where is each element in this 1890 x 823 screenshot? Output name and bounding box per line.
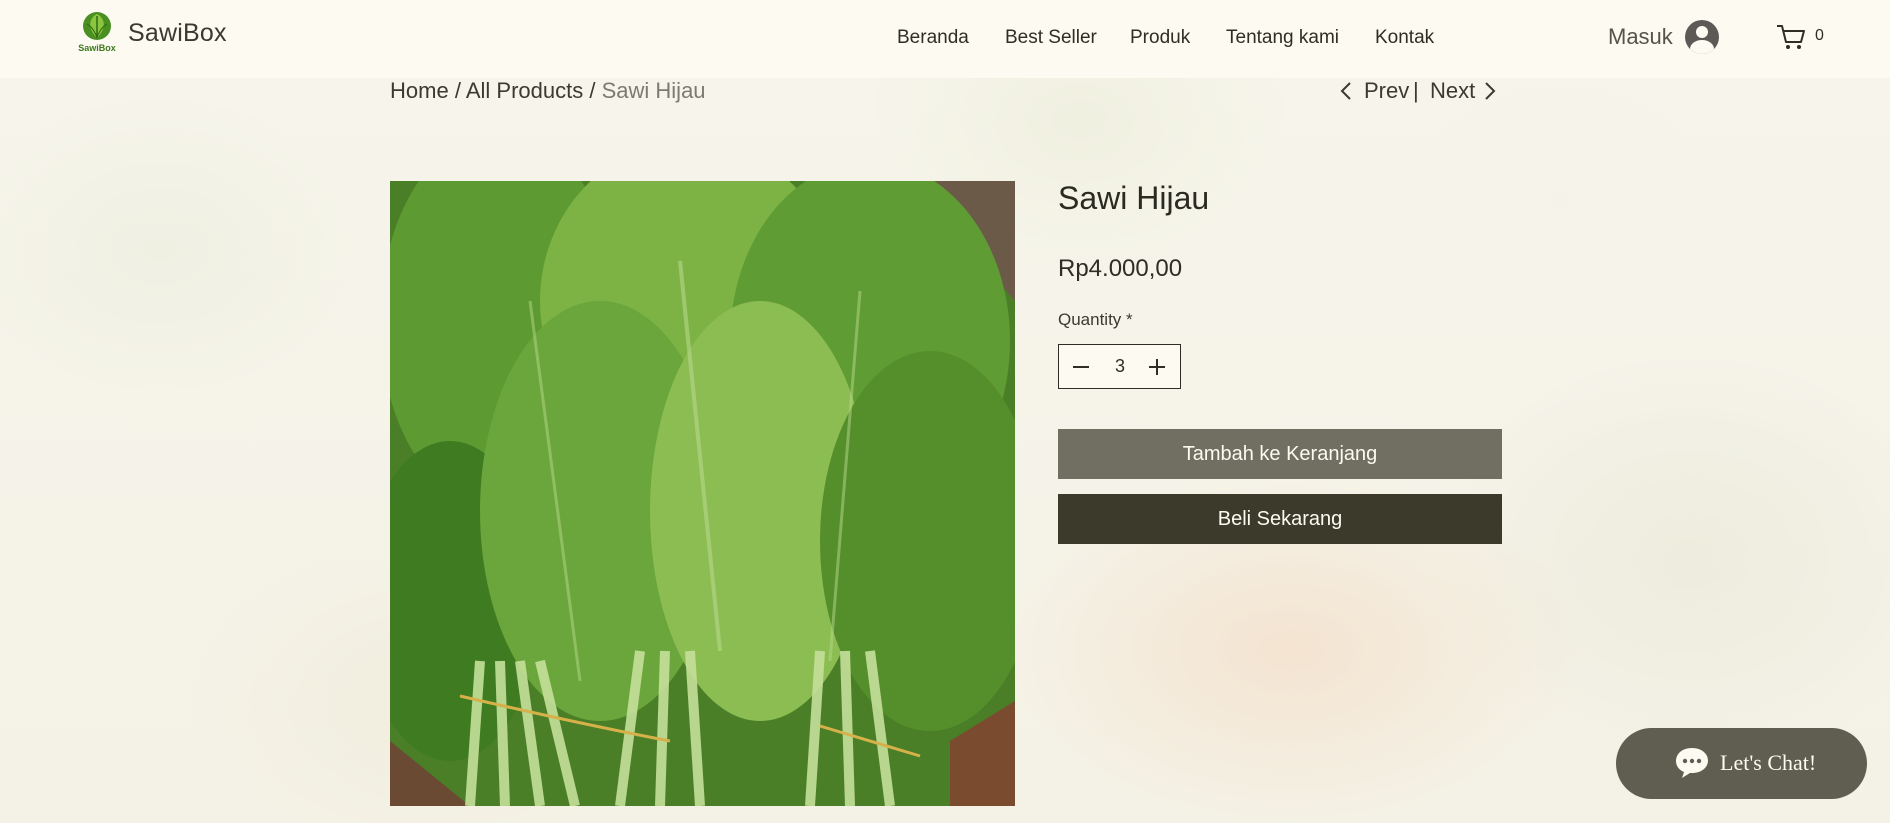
nav-item-beranda[interactable]: Beranda — [897, 27, 969, 49]
nav-item-kontak[interactable]: Kontak — [1375, 27, 1434, 49]
nav-item-best-seller[interactable]: Best Seller — [1005, 27, 1097, 49]
chat-label: Let's Chat! — [1720, 750, 1817, 775]
breadcrumb-all-products[interactable]: All Products — [466, 78, 583, 103]
breadcrumb-home[interactable]: Home — [390, 78, 449, 103]
cart-icon[interactable] — [1776, 23, 1806, 51]
minus-icon[interactable] — [1069, 355, 1093, 379]
leafy-greens-image — [390, 181, 1015, 806]
chat-button[interactable]: Let's Chat! — [1616, 728, 1867, 799]
breadcrumb-current: Sawi Hijau — [601, 78, 706, 103]
pager-separator: | — [1413, 78, 1419, 103]
plus-icon[interactable] — [1145, 355, 1169, 379]
brand-name[interactable]: SawiBox — [128, 19, 227, 48]
cart-count[interactable]: 0 — [1815, 27, 1824, 45]
chat-bubble-icon — [1676, 748, 1708, 778]
product-image[interactable] — [390, 181, 1015, 806]
buy-now-button[interactable]: Beli Sekarang — [1058, 494, 1502, 544]
nav-item-tentang-kami[interactable]: Tentang kami — [1226, 27, 1339, 49]
chevron-right-icon[interactable] — [1484, 81, 1496, 101]
login-link[interactable]: Masuk — [1608, 24, 1673, 50]
product-title: Sawi Hijau — [1058, 180, 1210, 216]
chevron-left-icon[interactable] — [1340, 81, 1352, 101]
quantity-label: Quantity * — [1058, 310, 1133, 329]
add-to-cart-button[interactable]: Tambah ke Keranjang — [1058, 429, 1502, 479]
quantity-value[interactable]: 3 — [1101, 356, 1139, 377]
quantity-stepper[interactable]: 3 — [1058, 344, 1181, 389]
sawibox-logo[interactable]: SawiBox — [75, 10, 119, 56]
site-header: SawiBox SawiBox Beranda Best Seller Prod… — [0, 0, 1890, 78]
prev-link[interactable]: Prev — [1364, 78, 1409, 104]
product-price: Rp4.000,00 — [1058, 255, 1183, 282]
breadcrumb-separator: / — [454, 78, 461, 103]
nav-item-produk[interactable]: Produk — [1130, 27, 1190, 49]
breadcrumb: Home / All Products / Sawi Hijau — [390, 78, 706, 104]
breadcrumb-separator: / — [589, 78, 596, 103]
logo-text: SawiBox — [78, 43, 116, 53]
next-link[interactable]: Next — [1430, 78, 1475, 104]
user-avatar-icon[interactable] — [1685, 20, 1719, 54]
